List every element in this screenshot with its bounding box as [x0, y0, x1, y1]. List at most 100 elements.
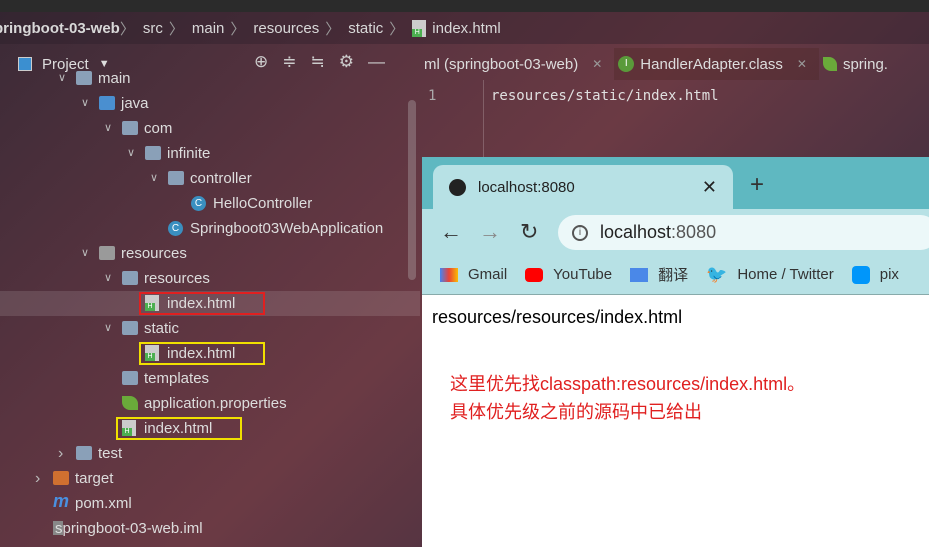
tree-item[interactable]: application.properties — [0, 391, 420, 416]
annotation-text: 这里优先找classpath:resources/index.html。 具体优… — [450, 370, 805, 426]
globe-icon — [449, 178, 466, 196]
tree-item-label: HelloController — [213, 195, 313, 212]
new-tab-icon[interactable]: + — [750, 171, 764, 199]
translate-icon — [630, 267, 649, 282]
tree-item-label: controller — [190, 170, 252, 187]
bookmark-label: YouTube — [553, 266, 613, 283]
project-tree: ∨ main ∨ java ∨ com ∨ infinite ∨ controller C Hello… — [0, 66, 420, 547]
bookmark-translate[interactable]: 翻译 — [630, 264, 688, 285]
crumb[interactable]: src — [143, 20, 163, 37]
chevron-down-icon[interactable]: ∨ — [104, 316, 112, 341]
crumb[interactable]: main — [192, 20, 225, 37]
tree-item-label: resources — [144, 270, 210, 287]
code-editor[interactable]: 1 resources/static/index.html — [420, 80, 929, 160]
tree-item[interactable]: C Springboot03WebApplication — [0, 216, 420, 241]
tree-item[interactable]: ∨ resources — [0, 266, 420, 291]
title-bar — [0, 0, 929, 12]
bookmark-pixiv[interactable]: pix — [851, 265, 899, 284]
browser-window: localhost:8080 ✕ + ← → ↻ i localhost:808… — [422, 157, 929, 547]
bookmark-youtube[interactable]: YouTube — [525, 266, 612, 283]
chevron-right-icon[interactable]: › — [58, 441, 63, 466]
interface-icon: I — [618, 56, 635, 72]
tree-item[interactable]: index.html — [0, 416, 420, 441]
editor-tab[interactable]: spring. — [819, 48, 900, 80]
crumb[interactable]: resources — [253, 20, 319, 37]
info-icon[interactable]: i — [572, 224, 588, 241]
editor-tab[interactable]: ml (springboot-03-web) ✕ — [420, 48, 614, 80]
tree-item[interactable]: index.html — [0, 291, 420, 316]
annotation-line: 这里优先找classpath:resources/index.html。 — [450, 374, 806, 394]
tree-item[interactable]: m pom.xml — [0, 491, 420, 516]
tree-item[interactable]: › target — [0, 466, 420, 491]
scrollbar[interactable] — [408, 100, 416, 280]
chevron-down-icon[interactable]: ∨ — [81, 91, 89, 116]
bookmark-gmail[interactable]: Gmail — [440, 266, 507, 283]
folder-icon — [99, 96, 115, 110]
folder-icon — [53, 471, 69, 485]
chevron-down-icon[interactable]: ∨ — [81, 241, 89, 266]
tree-item[interactable]: ∨ main — [0, 66, 420, 91]
breadcrumb: pringboot-03-web 〉 src 〉 main 〉 resources 〉 … — [0, 12, 929, 44]
tree-item-label: java — [121, 95, 149, 112]
editor-tab[interactable]: I HandlerAdapter.class ✕ — [614, 48, 819, 80]
folder-icon — [122, 371, 138, 385]
highlight-box — [139, 342, 265, 365]
line-number: 1 — [428, 88, 437, 104]
tree-item-label: Springboot03WebApplication — [190, 220, 384, 237]
folder-icon — [76, 71, 92, 85]
tree-item-label: pom.xml — [75, 495, 132, 512]
tab-title: localhost:8080 — [478, 178, 575, 196]
close-icon[interactable]: ✕ — [797, 57, 807, 71]
tree-item[interactable]: ∨ infinite — [0, 141, 420, 166]
chevron-right-icon[interactable]: › — [35, 466, 40, 491]
tree-item[interactable]: C HelloController — [0, 191, 420, 216]
tree-item-label: main — [98, 70, 131, 87]
tree-item[interactable]: ∨ java — [0, 91, 420, 116]
tree-item[interactable]: index.html — [0, 341, 420, 366]
tree-item[interactable]: templates — [0, 366, 420, 391]
crumb[interactable]: pringboot-03-web — [0, 20, 120, 37]
folder-icon — [99, 246, 115, 260]
tree-item[interactable]: ∨ com — [0, 116, 420, 141]
tree-item-label: com — [144, 120, 173, 137]
tree-item[interactable]: › test — [0, 441, 420, 466]
address-bar[interactable]: i localhost:8080 — [558, 215, 929, 250]
close-tab-icon[interactable]: ✕ — [702, 177, 717, 198]
folder-icon — [122, 271, 138, 285]
bookmark-twitter[interactable]: 🐦 Home / Twitter — [706, 265, 834, 285]
chevron-down-icon[interactable]: ∨ — [150, 166, 158, 191]
crumb[interactable]: index.html — [432, 20, 500, 37]
tree-item[interactable]: ∨ static — [0, 316, 420, 341]
chevron-down-icon[interactable]: ∨ — [58, 66, 66, 91]
browser-tab[interactable]: localhost:8080 ✕ — [433, 165, 733, 209]
package-icon — [168, 171, 184, 185]
crumb[interactable]: static — [348, 20, 383, 37]
class-icon: C — [168, 221, 183, 236]
annotation-line: 具体优先级之前的源码中已给出 — [450, 402, 702, 422]
chevron-down-icon[interactable]: ∨ — [104, 116, 112, 141]
twitter-icon: 🐦 — [706, 264, 728, 284]
tab-label: spring. — [842, 55, 888, 73]
tree-item[interactable]: ∨ controller — [0, 166, 420, 191]
folder-icon — [122, 321, 138, 335]
tree-item-label: test — [98, 445, 123, 462]
reload-icon[interactable]: ↻ — [520, 219, 538, 245]
chevron-down-icon[interactable]: ∨ — [127, 141, 135, 166]
tree-item[interactable]: ∨ resources — [0, 241, 420, 266]
tab-label: ml (springboot-03-web) — [424, 55, 579, 73]
close-icon[interactable]: ✕ — [592, 57, 602, 71]
page-content: resources/resources/index.html — [432, 307, 683, 327]
tree-item[interactable]: springboot-03-web.iml — [0, 516, 420, 541]
chevron-down-icon[interactable]: ∨ — [104, 266, 112, 291]
code-line[interactable]: resources/static/index.html — [491, 88, 719, 104]
bookmark-label: 翻译 — [658, 267, 689, 284]
bookmark-label: Home / Twitter — [737, 266, 834, 283]
html-file-icon — [412, 19, 427, 37]
back-icon[interactable]: ← — [440, 219, 462, 245]
tree-item-label: templates — [144, 370, 210, 387]
url-host: localhost — [600, 222, 672, 242]
pixiv-icon — [851, 265, 870, 284]
gmail-icon — [440, 267, 458, 282]
forward-icon[interactable]: → — [479, 219, 501, 245]
spring-icon — [822, 57, 837, 71]
